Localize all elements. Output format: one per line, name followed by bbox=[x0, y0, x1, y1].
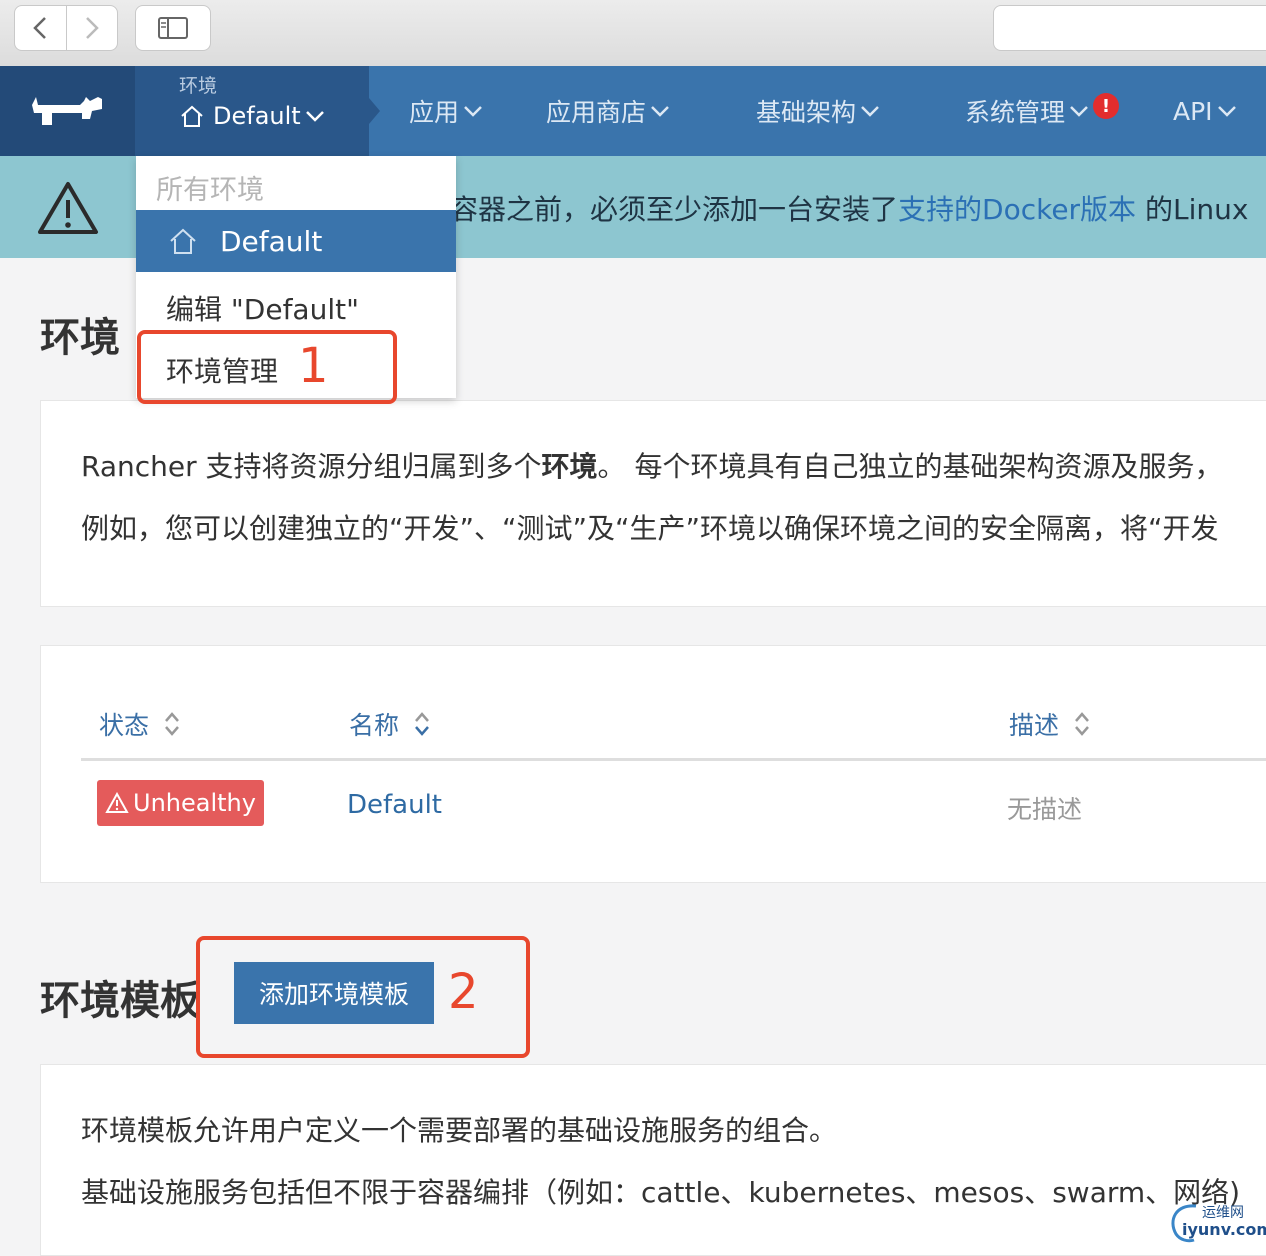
browser-toolbar bbox=[0, 0, 1266, 67]
menu-catalog-label: 应用商店 bbox=[546, 98, 647, 127]
chevron-left-icon bbox=[33, 17, 47, 39]
rancher-logo-icon bbox=[31, 97, 102, 125]
dropdown-item-edit[interactable]: 编辑 "Default" bbox=[166, 288, 359, 328]
templates-desc-line1: 环境模板允许用户定义一个需要部署的基础设施服务的组合。 bbox=[81, 1114, 838, 1147]
environment-description: 无描述 bbox=[1007, 795, 1083, 824]
column-header-description[interactable]: 描述 bbox=[1009, 706, 1091, 742]
status-badge: Unhealthy bbox=[97, 780, 264, 826]
rancher-logo[interactable] bbox=[0, 66, 135, 156]
chevron-right-icon bbox=[85, 17, 99, 39]
menu-infrastructure-label: 基础架构 bbox=[756, 98, 857, 127]
banner-text: 容器之前，必须至少添加一台安装了 bbox=[450, 193, 899, 226]
menu-catalog[interactable]: 应用商店 bbox=[546, 94, 670, 128]
sidebar-icon bbox=[158, 17, 188, 39]
menu-apps[interactable]: 应用 bbox=[409, 94, 483, 128]
banner-message: 容器之前，必须至少添加一台安装了支持的Docker版本 的Linux bbox=[450, 188, 1248, 228]
watermark: 运维网 iyunv.com bbox=[1166, 1200, 1266, 1246]
chevron-down-icon bbox=[464, 106, 482, 117]
env-current-label: Default bbox=[213, 102, 301, 130]
column-header-label: 名称 bbox=[349, 711, 400, 740]
dropdown-item-default-label: Default bbox=[220, 224, 323, 258]
sidebar-toggle-button[interactable] bbox=[135, 5, 211, 51]
menu-api-label: API bbox=[1173, 96, 1213, 126]
sort-icon bbox=[165, 712, 179, 736]
menu-api[interactable]: API bbox=[1173, 94, 1237, 128]
chevron-down-icon bbox=[1070, 106, 1088, 117]
back-button[interactable] bbox=[15, 6, 66, 50]
environment-name-link[interactable]: Default bbox=[347, 790, 442, 820]
environments-intro-line1: Rancher 支持将资源分组归属到多个环境。 每个环境具有自己独立的基础架构资… bbox=[81, 445, 1222, 485]
column-header-label: 描述 bbox=[1009, 711, 1060, 740]
chevron-down-icon bbox=[651, 106, 669, 117]
templates-desc-line2: 基础设施服务包括但不限于容器编排（例如：cattle、kubernetes、me… bbox=[81, 1176, 1241, 1209]
app-header: 环境 Default 应用 应用商店 基础架构 系统管理 ! API bbox=[0, 66, 1266, 156]
menu-apps-label: 应用 bbox=[409, 98, 460, 127]
templates-intro-card: 环境模板允许用户定义一个需要部署的基础设施服务的组合。 基础设施服务包括但不限于… bbox=[40, 1064, 1266, 1256]
column-header-status[interactable]: 状态 bbox=[99, 706, 181, 742]
menu-infrastructure[interactable]: 基础架构 bbox=[756, 94, 880, 128]
status-badge-label: Unhealthy bbox=[133, 789, 256, 817]
table-header-divider bbox=[81, 758, 1266, 761]
templates-heading: 环境模板 bbox=[40, 978, 200, 1024]
env-current[interactable]: Default bbox=[179, 99, 325, 133]
address-bar[interactable] bbox=[993, 5, 1266, 51]
history-buttons bbox=[14, 5, 118, 51]
home-icon bbox=[170, 228, 196, 254]
dropdown-item-default[interactable]: Default bbox=[136, 210, 456, 272]
annotation-box-1 bbox=[137, 330, 397, 404]
sort-icon bbox=[415, 712, 429, 736]
environments-heading: 环境 bbox=[40, 315, 120, 361]
environment-switcher[interactable]: 环境 Default bbox=[135, 66, 369, 156]
intro-bold: 环境 bbox=[541, 450, 598, 483]
forward-button[interactable] bbox=[65, 6, 118, 50]
column-header-name[interactable]: 名称 bbox=[349, 706, 431, 742]
annotation-number-1: 1 bbox=[298, 338, 329, 394]
dropdown-header: 所有环境 bbox=[156, 175, 264, 206]
chevron-down-icon bbox=[305, 111, 324, 122]
env-box-arrow bbox=[369, 98, 380, 124]
home-icon bbox=[181, 105, 203, 127]
menu-admin-label: 系统管理 bbox=[965, 98, 1066, 127]
chevron-down-icon bbox=[1217, 106, 1236, 117]
alert-badge: ! bbox=[1093, 93, 1120, 119]
environments-intro-card: Rancher 支持将资源分组归属到多个环境。 每个环境具有自己独立的基础架构资… bbox=[40, 400, 1266, 607]
annotation-number-2: 2 bbox=[448, 964, 479, 1020]
env-caption: 环境 bbox=[179, 75, 218, 97]
intro-text: 。 每个环境具有自己独立的基础架构资源及服务， bbox=[597, 450, 1223, 483]
banner-text-after: 的Linux bbox=[1136, 193, 1249, 226]
watermark-bottom: iyunv.com bbox=[1182, 1220, 1266, 1239]
environments-table-card: 状态 名称 描述 Unhealthy Default 无描述 bbox=[40, 645, 1266, 883]
chevron-down-icon bbox=[861, 106, 879, 117]
warning-triangle-icon bbox=[38, 182, 98, 234]
environments-intro-line2: 例如，您可以创建独立的“开发”、“测试”及“生产”环境以确保环境之间的安全隔离，… bbox=[81, 512, 1219, 545]
watermark-top: 运维网 bbox=[1202, 1205, 1244, 1221]
sort-icon bbox=[1075, 712, 1089, 736]
menu-admin[interactable]: 系统管理 ! bbox=[965, 93, 1120, 128]
annotation-box-2 bbox=[196, 936, 530, 1058]
intro-text: Rancher 支持将资源分组归属到多个 bbox=[81, 450, 542, 483]
docker-version-link[interactable]: 支持的Docker版本 bbox=[898, 193, 1136, 226]
warning-triangle-icon bbox=[105, 792, 129, 813]
column-header-label: 状态 bbox=[99, 711, 150, 740]
